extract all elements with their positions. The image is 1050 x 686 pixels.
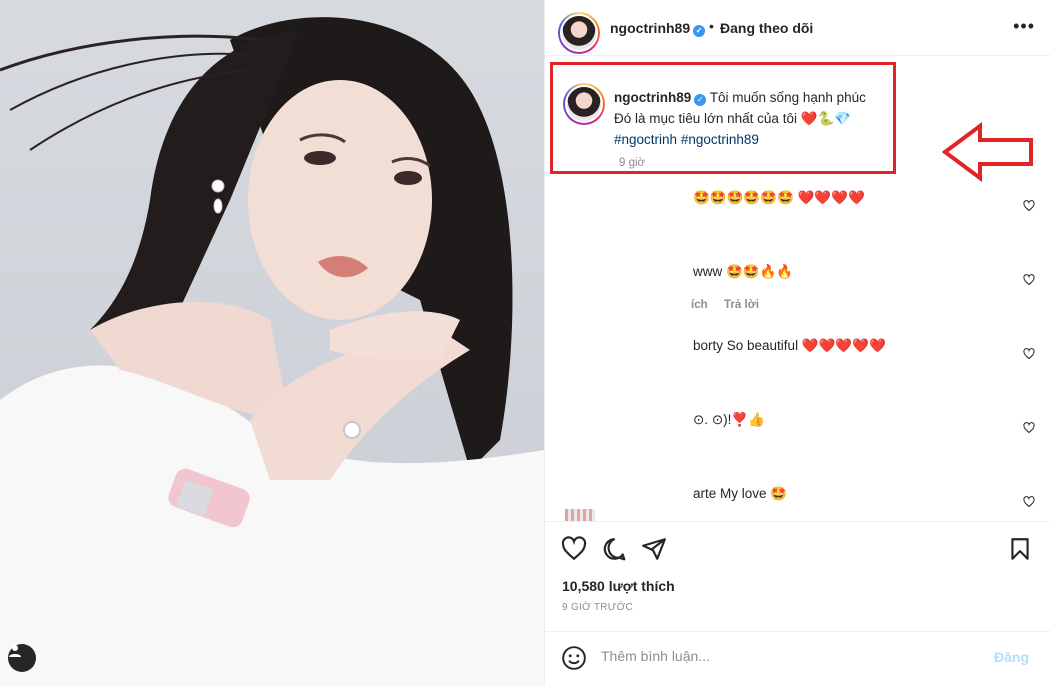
hashtag-link[interactable]: #ngoctrinh89 [681,132,759,147]
comment-text: 🤩🤩🤩🤩🤩🤩 ❤️❤️❤️❤️ [693,190,865,205]
user-icon [9,645,21,657]
like-comment-heart-icon[interactable] [1023,200,1035,212]
caption-username[interactable]: ngoctrinh89 [614,90,691,105]
post-image [0,0,544,686]
post-timestamp: 9 GIỜ TRƯỚC [562,602,634,613]
caption-line-1: Tôi muốn sống hạnh phúc [709,90,866,105]
separator-dot: • [709,18,714,34]
comment-text: arte My love 🤩 [693,486,788,501]
emoji-icon[interactable] [561,645,587,671]
annotation-arrow-icon [942,122,1033,182]
comment-meta: ích [691,299,708,311]
post-comment-button[interactable]: Đăng [994,649,1029,665]
comment-text: borty So beautiful ❤️❤️❤️❤️❤️ [693,338,886,353]
caption-timestamp: 9 giờ [619,157,646,169]
verified-badge-icon: ✓ [693,25,706,37]
comment-text: www 🤩🤩🔥🔥 [693,264,794,279]
caption-avatar[interactable] [563,83,605,125]
header-avatar[interactable] [558,12,600,54]
comment-avatar[interactable] [565,509,595,521]
hashtag-link[interactable]: #ngoctrinh [614,132,677,147]
verified-badge-icon: ✓ [694,94,707,106]
likes-count[interactable]: 10,580 lượt thích [562,578,675,594]
reply-button[interactable]: Trả lời [724,299,759,311]
username-text[interactable]: ngoctrinh89 [610,20,690,36]
post-actions: 10,580 lượt thích 9 GIỜ TRƯỚC [545,521,1050,631]
caption-text: ngoctrinh89 ✓ Tôi muốn sống hạnh phúc Đó … [614,87,894,150]
comment-bubble-icon[interactable] [601,536,627,562]
comment-input[interactable] [601,648,961,664]
add-comment-bar: Đăng [545,631,1050,686]
like-comment-heart-icon[interactable] [1023,496,1035,508]
like-comment-heart-icon[interactable] [1023,348,1035,360]
like-comment-heart-icon[interactable] [1023,274,1035,286]
post-detail-panel: ngoctrinh89 ✓ • Đang theo dõi ••• ngoctri… [544,0,1050,686]
post-header: ngoctrinh89 ✓ • Đang theo dõi ••• [545,0,1050,56]
portrait-illustration [0,17,544,686]
caption-highlight-box: ngoctrinh89 ✓ Tôi muốn sống hạnh phúc Đó … [550,62,896,174]
share-paper-plane-icon[interactable] [641,536,667,562]
save-bookmark-icon[interactable] [1007,536,1033,562]
following-button[interactable]: Đang theo dõi [720,20,813,36]
like-comment-heart-icon[interactable] [1023,422,1035,434]
tag-user-button[interactable] [8,644,36,672]
caption-line-2: Đó là mục tiêu lớn nhất của tôi ❤️🐍💎 [614,111,852,126]
header-username[interactable]: ngoctrinh89 ✓ [610,20,706,37]
more-options-icon[interactable]: ••• [1013,16,1035,37]
comment-text: ⊙. ⊙)!❣️👍 [693,412,765,427]
like-heart-icon[interactable] [561,536,587,562]
